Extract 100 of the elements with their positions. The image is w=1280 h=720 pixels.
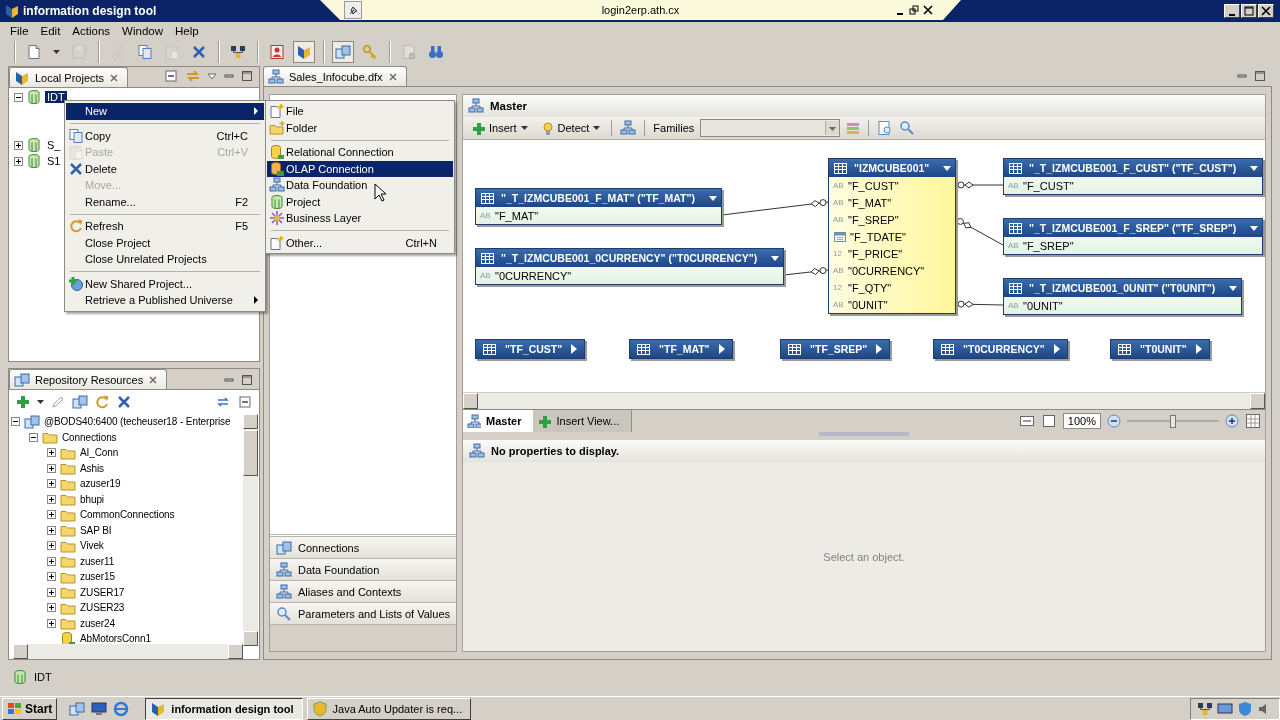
join-line[interactable] <box>955 217 1004 246</box>
expand-toggle-icon[interactable] <box>47 463 56 473</box>
pin-icon[interactable] <box>347 4 359 16</box>
expand-toggle-icon[interactable] <box>47 572 56 582</box>
collapse-all-icon[interactable] <box>237 394 253 410</box>
table-node[interactable]: "TF_SREP" <box>780 339 891 359</box>
menu-item[interactable]: Close Unrelated Projects <box>66 251 264 268</box>
dropdown-caret-icon[interactable] <box>50 47 63 57</box>
zoom-page-icon[interactable] <box>877 120 894 136</box>
delete-icon[interactable] <box>116 394 132 410</box>
menu-item[interactable]: Business Layer <box>267 210 453 227</box>
expand-toggle-icon[interactable] <box>47 587 56 597</box>
menu-item[interactable]: Window <box>116 25 169 37</box>
zoom-in-icon[interactable] <box>1225 414 1239 428</box>
menu-item[interactable]: Rename... F2 <box>66 193 264 210</box>
dropdown-caret-icon[interactable] <box>1250 225 1259 231</box>
table-header[interactable]: "IZMCUBE001" <box>829 159 956 177</box>
section-header[interactable]: Aliases and Contexts <box>270 581 456 603</box>
expand-toggle-icon[interactable] <box>47 448 56 458</box>
join-line[interactable] <box>955 181 1004 189</box>
menu-item[interactable]: Retrieve a Published Universe <box>66 292 264 309</box>
view-menu-icon[interactable] <box>207 72 217 80</box>
table-header[interactable]: "_T_IZMCUBE001_F_SREP" ("TF_SREP") <box>1004 219 1263 237</box>
menu-item[interactable]: Relational Connection <box>267 144 453 161</box>
insert-button[interactable]: Insert <box>468 121 531 135</box>
table-node[interactable]: "_T_IZMCUBE001_0UNIT" ("T0UNIT") AB "0UNIT" <box>1003 278 1243 315</box>
network-icon[interactable] <box>1197 700 1213 717</box>
table-node[interactable]: "_T_IZMCUBE001_0CURRENCY" ("T0CURRENCY") AB "0CURRENCY" <box>475 248 785 285</box>
column-name[interactable]: "F_SREP" <box>848 213 899 226</box>
expand-arrow-icon[interactable] <box>570 344 579 354</box>
expand-toggle-icon[interactable] <box>14 156 23 166</box>
tree-item[interactable]: SAP BI <box>80 524 112 536</box>
monitor-icon[interactable] <box>91 700 108 717</box>
color-bands-icon[interactable] <box>846 120 861 136</box>
collapse-toggle-icon[interactable] <box>14 92 23 102</box>
table-node[interactable]: "TF_MAT" <box>629 339 733 359</box>
tree-item[interactable]: ZUSER17 <box>80 586 125 598</box>
menu-item[interactable]: Folder <box>267 119 453 136</box>
table-header[interactable]: "_T_IZMCUBE001_F_MAT" ("TF_MAT") <box>476 189 721 207</box>
grid-icon[interactable] <box>1245 413 1261 429</box>
dropdown-caret-icon[interactable] <box>1229 285 1238 291</box>
table-node[interactable]: "_T_IZMCUBE001_F_SREP" ("TF_SREP") AB "F_SREP" <box>1003 218 1264 255</box>
menu-item[interactable]: Project <box>267 193 453 210</box>
tree-item[interactable]: CommonConnections <box>80 509 175 521</box>
dropdown-caret-icon[interactable] <box>37 400 44 404</box>
tree-item[interactable]: Ashis <box>80 462 104 474</box>
dropdown-caret-icon[interactable] <box>771 255 780 261</box>
tree-item[interactable]: S_ <box>45 139 63 151</box>
expand-arrow-icon[interactable] <box>717 344 726 354</box>
dropdown-caret-icon[interactable] <box>708 195 717 201</box>
view-tab[interactable]: Insert View... <box>533 410 633 432</box>
column-name[interactable]: "F_QTY" <box>848 281 892 294</box>
tree-item[interactable]: zuser15 <box>80 571 115 583</box>
expand-toggle-icon[interactable] <box>47 541 56 551</box>
slider-thumb[interactable] <box>1170 414 1176 428</box>
table-node[interactable]: "T0UNIT" <box>1110 339 1210 359</box>
tree-item[interactable]: @BODS40:6400 (techeuser18 - Enterprise <box>44 416 231 428</box>
column-name[interactable]: "F_CUST" <box>1023 179 1074 192</box>
taskbar-button[interactable]: information design tool <box>145 697 303 720</box>
column-name[interactable]: "F_TDATE" <box>850 230 906 243</box>
tree-item[interactable]: bhupi <box>80 493 104 505</box>
minimize-icon[interactable] <box>1224 4 1240 18</box>
horizontal-scrollbar[interactable] <box>463 392 1265 409</box>
logo-icon[interactable] <box>293 41 315 63</box>
menu-item[interactable]: OLAP Connection <box>267 160 453 177</box>
expand-toggle-icon[interactable] <box>47 556 56 566</box>
join-line[interactable] <box>783 267 829 276</box>
dropdown-caret-icon[interactable] <box>943 165 952 171</box>
collapse-toggle-icon[interactable] <box>29 432 38 442</box>
tree-item[interactable]: S1 <box>45 155 63 167</box>
section-header[interactable]: Connections <box>270 537 456 559</box>
database-icon[interactable] <box>72 394 88 410</box>
column-name[interactable]: "0UNIT" <box>848 298 888 311</box>
menu-item[interactable]: Close Project <box>66 234 264 251</box>
tree-item[interactable]: azuser19 <box>80 478 121 490</box>
close-icon[interactable] <box>923 5 933 15</box>
expand-toggle-icon[interactable] <box>14 140 23 150</box>
expand-arrow-icon[interactable] <box>1052 344 1061 354</box>
expand-toggle-icon[interactable] <box>47 479 56 489</box>
server-icon[interactable] <box>69 700 86 717</box>
column-name[interactable]: "F_MAT" <box>848 196 892 209</box>
menu-item[interactable]: Delete <box>66 160 264 177</box>
table-node[interactable]: "IZMCUBE001" AB "F_CUST" AB "F_MAT" AB "F_SREP" "F_TDATE" 12 "F_PRICE" AB "0CURRENCY" 12 "F_QTY" AB "0UNIT" <box>828 158 957 314</box>
menu-item[interactable]: New <box>66 103 264 120</box>
menu-item[interactable]: Refresh F5 <box>66 218 264 235</box>
restore-icon[interactable] <box>909 5 919 15</box>
column-name[interactable]: "0UNIT" <box>1023 299 1063 312</box>
fit-page-icon[interactable] <box>1040 413 1057 429</box>
view-tab[interactable]: Master <box>463 410 534 432</box>
panel-tab[interactable]: Repository Resources <box>9 369 168 389</box>
dropdown-caret-icon[interactable] <box>1250 165 1259 171</box>
section-header[interactable]: Data Foundation <box>270 559 456 581</box>
menu-item[interactable]: File <box>267 103 453 120</box>
browser-icon[interactable] <box>113 700 130 717</box>
add-icon[interactable] <box>15 394 31 410</box>
tree-item[interactable]: zuser24 <box>80 617 115 629</box>
zoom-field[interactable]: 100% <box>1062 413 1101 429</box>
table-node[interactable]: "_T_IZMCUBE001_F_CUST" ("TF_CUST") AB "F_CUST" <box>1003 158 1264 195</box>
table-node[interactable]: "TF_CUST" <box>475 339 586 359</box>
database-icon[interactable] <box>332 41 354 63</box>
